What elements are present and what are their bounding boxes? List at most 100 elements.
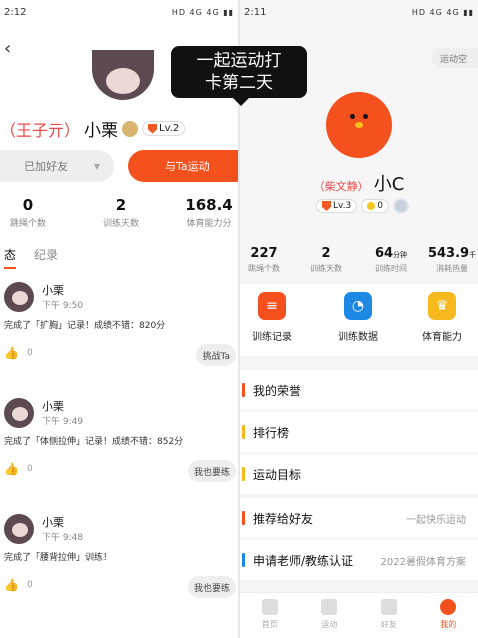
coin-icon bbox=[367, 202, 376, 210]
sport-with-label: 与Ta运动 bbox=[165, 160, 210, 173]
tab-records[interactable]: 纪录 bbox=[34, 246, 58, 263]
practice-too-button[interactable]: 我也要练 bbox=[187, 460, 236, 482]
menu-accent bbox=[242, 467, 245, 481]
feed-text: 完成了「体侧拉伸」记录！成绩不错：852分 bbox=[4, 437, 184, 447]
status-icons: HD 4G 4G ▮▮ bbox=[411, 7, 474, 17]
stat-unit: 千 bbox=[469, 251, 477, 259]
tab-bar: 态 纪录 bbox=[4, 246, 58, 269]
thumb-up-icon: 👍 bbox=[4, 346, 19, 360]
stat-value: 168.4 bbox=[185, 196, 233, 214]
challenge-button[interactable]: 挑战Ta bbox=[196, 344, 236, 366]
training-data-button[interactable]: ◔ 训练数据 bbox=[328, 292, 388, 343]
tab-dynamics[interactable]: 态 bbox=[4, 246, 17, 269]
menu-item-honor[interactable]: 我的荣誉 bbox=[240, 370, 478, 410]
eye bbox=[350, 114, 355, 119]
profile-name-row: （王子亓） 小栗 Lv.2 bbox=[0, 116, 186, 141]
profile-name: 小C bbox=[373, 174, 405, 195]
sport-ability-button[interactable]: ♛ 体育能力 bbox=[412, 292, 472, 343]
level-badge: Lv.3 bbox=[316, 199, 358, 213]
status-time: 2:12 bbox=[4, 6, 27, 18]
chevron-down-icon: ▼ bbox=[93, 161, 100, 171]
menu-subtext: 2022暑假体育方案 bbox=[380, 556, 466, 568]
sport-space-button[interactable]: 运动空 bbox=[432, 48, 478, 68]
function-label: 体育能力 bbox=[422, 332, 462, 343]
sport-with-button[interactable]: 与Ta运动 bbox=[128, 150, 238, 182]
avatar bbox=[4, 398, 34, 428]
feed-time: 下午 9:49 bbox=[42, 417, 84, 427]
stat-jump: 227 跳绳个数 bbox=[242, 246, 286, 274]
nav-label: 运动 bbox=[321, 620, 338, 629]
stat-value: 227 bbox=[250, 246, 278, 261]
menu-item-recommend[interactable]: 推荐给好友 一起快乐运动 bbox=[240, 498, 478, 538]
function-label: 训练记录 bbox=[252, 332, 292, 343]
feed-time: 下午 9:48 bbox=[42, 533, 84, 543]
added-friend-label: 已加好友 bbox=[24, 160, 68, 173]
menu-label: 运动目标 bbox=[253, 467, 302, 482]
status-bar: 2:11 HD 4G 4G ▮▮ bbox=[240, 0, 478, 24]
home-icon bbox=[261, 599, 278, 615]
menu-label: 排行榜 bbox=[253, 425, 290, 440]
stat-label: 训练天数 bbox=[310, 264, 342, 273]
function-card: ≡ 训练记录 ◔ 训练数据 ♛ 体育能力 bbox=[240, 284, 478, 356]
menu-item-ranking[interactable]: 排行榜 bbox=[240, 412, 478, 452]
menu-label: 推荐给好友 bbox=[253, 511, 314, 526]
menu-label: 申请老师/教练认证 bbox=[253, 553, 354, 568]
coin-badge: 0 bbox=[361, 199, 389, 213]
coin-icon bbox=[122, 120, 139, 137]
pie-chart-icon: ◔ bbox=[344, 292, 372, 320]
stat-time: 64分钟 训练时间 bbox=[366, 246, 416, 274]
stat-unit: 分钟 bbox=[393, 251, 408, 259]
caption-line-2: 卡第二天 bbox=[205, 73, 273, 93]
level-badge: Lv.2 bbox=[142, 121, 186, 136]
list-item: 小栗 下午 9:49 完成了「体侧拉伸」记录！成绩不错：852分 👍 0 我也要练 bbox=[0, 398, 238, 488]
stat-calories: 543.9千 消耗热量 bbox=[426, 246, 478, 274]
stat-jump: 0 跳绳个数 bbox=[6, 196, 50, 229]
nav-label: 好友 bbox=[380, 620, 397, 629]
menu-item-goal[interactable]: 运动目标 bbox=[240, 454, 478, 494]
list-item: 小栗 下午 9:50 完成了「扩胸」记录！成绩不错：820分 👍 0 挑战Ta bbox=[0, 282, 238, 372]
nav-sport[interactable]: 运动 bbox=[300, 593, 360, 638]
training-record-button[interactable]: ≡ 训练记录 bbox=[242, 292, 302, 343]
medal-icon bbox=[392, 198, 409, 214]
status-bar: 2:12 HD 4G 4G ▮▮ bbox=[0, 0, 238, 24]
menu-accent bbox=[242, 425, 245, 439]
bottom-nav: 首页 运动 好友 我的 bbox=[240, 592, 478, 638]
feed-text: 完成了「扩胸」记录！成绩不错：820分 bbox=[4, 321, 166, 331]
stat-label: 训练天数 bbox=[102, 219, 139, 229]
practice-too-button[interactable]: 我也要练 bbox=[187, 576, 236, 598]
list-item: 小栗 下午 9:48 完成了「腰背拉伸」训练！ 👍 0 我也要练 bbox=[0, 514, 238, 604]
stat-value: 2 bbox=[321, 246, 331, 261]
stat-label: 训练时间 bbox=[375, 264, 407, 273]
profile-note: （柴文静） bbox=[313, 180, 369, 193]
like-count: 0 bbox=[26, 580, 33, 590]
profile-name-row: （柴文静） 小C bbox=[280, 170, 438, 196]
stat-label: 体育能力分 bbox=[186, 219, 232, 229]
feed-time: 下午 9:50 bbox=[42, 301, 84, 311]
caption-bubble: 一起运动打 卡第二天 bbox=[171, 46, 307, 106]
status-icons: HD 4G 4G ▮▮ bbox=[171, 7, 234, 17]
added-friend-button[interactable]: 已加好友 ▼ bbox=[0, 150, 114, 182]
stat-value: 0 bbox=[22, 196, 34, 214]
menu-item-certify[interactable]: 申请老师/教练认证 2022暑假体育方案 bbox=[240, 540, 478, 580]
flag-icon bbox=[380, 599, 397, 615]
like-button[interactable]: 👍 0 bbox=[4, 578, 33, 592]
like-button[interactable]: 👍 0 bbox=[4, 462, 33, 476]
feed-name: 小栗 bbox=[42, 516, 64, 529]
avatar bbox=[4, 514, 34, 544]
chevron-left-icon[interactable]: ‹ bbox=[4, 38, 11, 59]
stat-value: 64 bbox=[374, 246, 394, 261]
nav-friends[interactable]: 好友 bbox=[359, 593, 419, 638]
shield-icon bbox=[148, 123, 158, 134]
function-label: 训练数据 bbox=[338, 332, 378, 343]
grid-icon bbox=[321, 599, 338, 615]
avatar bbox=[4, 282, 34, 312]
person-icon bbox=[440, 599, 457, 615]
thumb-up-icon: 👍 bbox=[4, 578, 19, 592]
feed-name: 小栗 bbox=[42, 400, 64, 413]
like-button[interactable]: 👍 0 bbox=[4, 346, 33, 360]
nav-me[interactable]: 我的 bbox=[419, 593, 478, 638]
status-time: 2:11 bbox=[244, 6, 267, 18]
avatar bbox=[326, 92, 392, 158]
nav-home[interactable]: 首页 bbox=[240, 593, 300, 638]
stat-days: 2 训练天数 bbox=[304, 246, 348, 274]
